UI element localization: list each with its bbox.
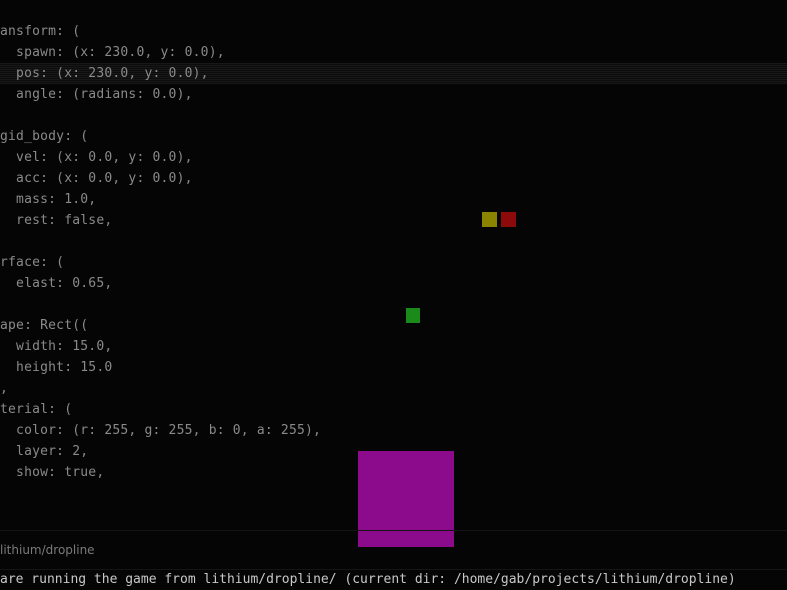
code-line-current: pos: (x: 230.0, y: 0.0), (0, 63, 787, 84)
code-line: color: (r: 255, g: 255, b: 0, a: 255), (0, 423, 322, 438)
code-line: angle: (radians: 0.0), (0, 87, 193, 102)
code-line: rface: ( (0, 255, 65, 270)
code-line: gid_body: ( (0, 129, 89, 144)
green-square[interactable] (406, 308, 420, 323)
code-line: vel: (x: 0.0, y: 0.0), (0, 150, 193, 165)
red-square[interactable] (501, 212, 516, 227)
code-line: rest: false, (0, 213, 113, 228)
yellow-square[interactable] (482, 212, 497, 227)
code-line: terial: ( (0, 402, 73, 417)
code-line: width: 15.0, (0, 339, 113, 354)
code-line: ape: Rect(( (0, 318, 89, 333)
code-line: height: 15.0 (0, 360, 113, 375)
code-line: ansform: ( (0, 24, 81, 39)
message-line: are running the game from lithium/dropli… (0, 572, 736, 587)
code-line: acc: (x: 0.0, y: 0.0), (0, 171, 193, 186)
status-path: lithium/dropline (0, 543, 95, 557)
code-line: , (0, 381, 9, 396)
code-line: layer: 2, (0, 444, 89, 459)
code-line: mass: 1.0, (0, 192, 97, 207)
code-line: spawn: (x: 230.0, y: 0.0), (0, 45, 225, 60)
code-line: elast: 0.65, (0, 276, 113, 291)
code-line: show: true, (0, 465, 105, 480)
status-bar: lithium/dropline (0, 530, 787, 570)
